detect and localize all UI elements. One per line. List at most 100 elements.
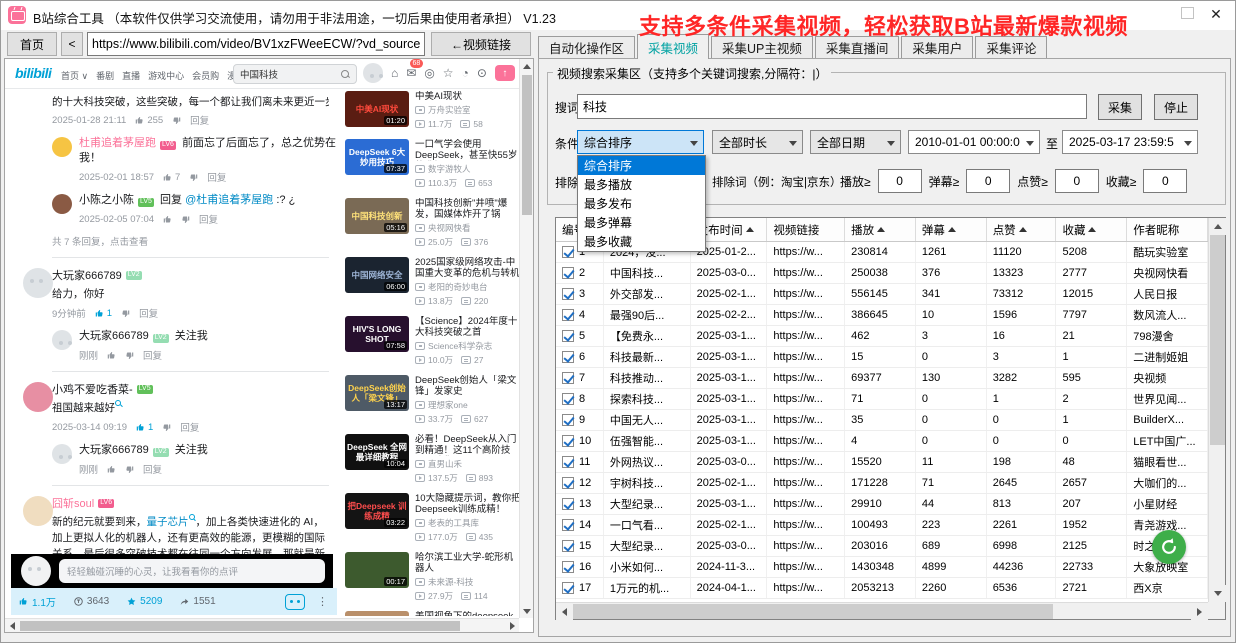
coin-stat[interactable]: 3643 [74,596,109,607]
message-icon[interactable]: ✉68 [406,63,416,83]
table-row[interactable]: 2中国科技...2025-03-0...https://w...25003837… [556,263,1208,284]
related-video-item[interactable]: HIV'S LONG SHOT07:58【Science】2024年度十大科技突… [345,316,521,366]
collect-button[interactable]: 采集 [1098,94,1142,120]
video-link-button[interactable]: ←视频链接 [431,32,531,56]
row-checkbox[interactable] [562,246,574,258]
date-from-picker[interactable]: 2010-01-01 00:00:0 [908,130,1040,154]
related-video-item[interactable]: 中国科技创新05:16中国科技创新"井喷"爆发，国媒体炸开了锅央视网快看25.0… [345,198,521,248]
scroll-down-arrow[interactable] [520,604,534,618]
stop-button[interactable]: 停止 [1154,94,1198,120]
row-checkbox[interactable] [562,498,574,510]
keyword-input[interactable]: 科技 [577,94,1087,119]
share-stat[interactable]: 1551 [180,596,215,607]
video-title[interactable]: 中美AI现状 [415,91,521,102]
video-thumbnail[interactable]: 中美AI现状01:20 [345,91,409,127]
table-vertical-scrollbar[interactable] [1208,218,1225,602]
video-title[interactable]: 【Science】2024年度十大科技突破之首 [415,316,521,338]
row-checkbox[interactable] [562,456,574,468]
url-input[interactable]: https://www.bilibili.com/video/BV1xzFWee… [87,32,425,56]
video-up-name[interactable]: 数字游牧人 [428,163,471,175]
search-keyword-icon[interactable] [115,400,122,407]
related-video-item[interactable]: 00:17哈尔滨工业大学-蛇形机器人未来源-科技27.9万114 [345,552,521,602]
browser-horizontal-scrollbar[interactable] [5,618,519,632]
dislike-icon[interactable] [162,423,171,432]
table-vscroll-thumb[interactable] [1210,235,1225,445]
date-range-dropdown[interactable]: 全部日期 [810,130,901,154]
table-row[interactable]: 5【免费永...2025-03-1...https://w...46231621… [556,326,1208,347]
table-row[interactable]: 3外交部发...2025-02-1...https://w...55614534… [556,284,1208,305]
maximize-button[interactable] [1181,7,1194,19]
bilibili-search-input[interactable]: 中国科技 [233,64,357,84]
related-video-item[interactable]: DeepSeek 6大妙用技巧07:37一口气学会使用DeepSeek，甚至快5… [345,139,521,189]
video-thumbnail[interactable]: 把Deepseek 训练成精03:22 [345,493,409,529]
avatar[interactable] [52,137,72,157]
column-header-8[interactable]: 作者昵称 [1127,218,1208,241]
duration-dropdown[interactable]: 全部时长 [712,130,803,154]
video-up-name[interactable]: 老阳的奇妙电台 [428,281,488,293]
close-button[interactable]: ✕ [1204,3,1228,25]
table-hscroll-thumb[interactable] [573,604,1053,619]
dislike-icon[interactable] [125,465,134,474]
nav-item-3[interactable]: 游戏中心 [148,69,184,82]
avatar[interactable] [52,444,72,464]
search-icon[interactable] [341,70,350,79]
bilibili-logo[interactable]: bilibili [15,65,51,81]
commenter-name[interactable]: 大玩家666789 [79,330,149,342]
video-up-name[interactable]: Science科学杂志 [428,340,492,352]
dynamic-icon[interactable]: ◎ [424,63,434,83]
reply-link[interactable]: 回复 [139,306,158,320]
video-title[interactable]: 中国科技创新"井喷"爆发，国媒体炸开了锅 [415,198,521,220]
tab-0[interactable]: 自动化操作区 [538,36,635,58]
nav-item-2[interactable]: 直播 [122,69,140,82]
scroll-down-arrow[interactable] [1209,585,1226,602]
row-checkbox[interactable] [562,288,574,300]
related-video-item[interactable]: 11:16美国视角下的deepseek有多可怕不明觉厉拔毛169.7万6827 [345,611,521,616]
date-to-picker[interactable]: 2025-03-17 23:59:5 [1062,130,1198,154]
reply-link[interactable]: 回复 [143,462,162,476]
table-row[interactable]: 4最强90后...2025-02-2...https://w...3866451… [556,305,1208,326]
column-header-3[interactable]: 视频链接 [767,218,845,241]
home-icon[interactable]: ⌂ [391,63,398,83]
video-up-name[interactable]: 万舟实验室 [428,104,471,116]
table-row[interactable]: 6科技最新...2025-03-1...https://w...15031二进制… [556,347,1208,368]
avatar[interactable] [23,496,53,526]
dislike-icon[interactable] [172,116,181,125]
table-row[interactable]: 13大型纪录...2025-03-1...https://w...2991044… [556,494,1208,515]
like-icon[interactable] [136,423,145,432]
related-video-item[interactable]: 中美AI现状01:20中美AI现状万舟实验室11.7万58 [345,91,521,130]
browser-hscroll-thumb[interactable] [20,621,460,631]
table-row[interactable]: 7科技推动...2025-03-1...https://w...69377130… [556,368,1208,389]
sort-option-2[interactable]: 最多发布 [578,194,705,213]
avatar[interactable] [52,194,72,214]
video-thumbnail[interactable]: 11:16 [345,611,409,616]
commenter-name[interactable]: 小陈之小陈 [79,194,134,206]
like-icon[interactable] [163,173,172,182]
danmaku-toggle[interactable] [285,594,305,610]
avatar[interactable] [23,382,53,412]
related-video-item[interactable]: 把Deepseek 训练成精03:2210大隐藏提示词，教你把Deepseek训… [345,493,521,543]
table-row[interactable]: 8探索科技...2025-03-1...https://w...71012世界见… [556,389,1208,410]
table-row[interactable]: 12宇树科技...2025-02-1...https://w...1712287… [556,473,1208,494]
video-title[interactable]: 一口气学会使用DeepSeek，甚至快55岁的我妈用上了！ [415,139,521,161]
user-avatar[interactable] [363,63,383,83]
row-checkbox[interactable] [562,351,574,363]
table-row[interactable]: 9中国无人...2025-03-1...https://w...35001Bui… [556,410,1208,431]
filter-input-1[interactable]: 0 [966,169,1010,193]
dislike-icon[interactable] [181,215,190,224]
video-title[interactable]: 必看！DeepSeek从入门到精通！这11个高阶技巧，让你 [415,434,521,456]
view-more-replies[interactable]: 共 7 条回复，点击查看 [52,234,339,248]
row-checkbox[interactable] [562,414,574,426]
video-thumbnail[interactable]: 00:17 [345,552,409,588]
commenter-name[interactable]: 小鸡不爱吃香菜- [52,381,133,397]
column-header-6[interactable]: 点赞 [987,218,1057,241]
table-row[interactable]: 16小米如何...2024-11-3...https://w...1430348… [556,557,1208,578]
like-icon[interactable] [107,351,116,360]
sort-option-4[interactable]: 最多收藏 [578,232,705,251]
scroll-right-arrow[interactable] [1191,603,1208,620]
nav-item-0[interactable]: 首页 ∨ [61,69,88,82]
related-video-item[interactable]: DeepSeek 全网最详细教程10:04必看！DeepSeek从入门到精通！这… [345,434,521,484]
scroll-up-arrow[interactable] [1209,218,1226,235]
video-up-name[interactable]: 理想家one [428,399,468,411]
related-video-item[interactable]: DeepSeek创始人「梁文锋」13:17DeepSeek创始人「梁文锋」发家史… [345,375,521,425]
filter-input-2[interactable]: 0 [1055,169,1099,193]
